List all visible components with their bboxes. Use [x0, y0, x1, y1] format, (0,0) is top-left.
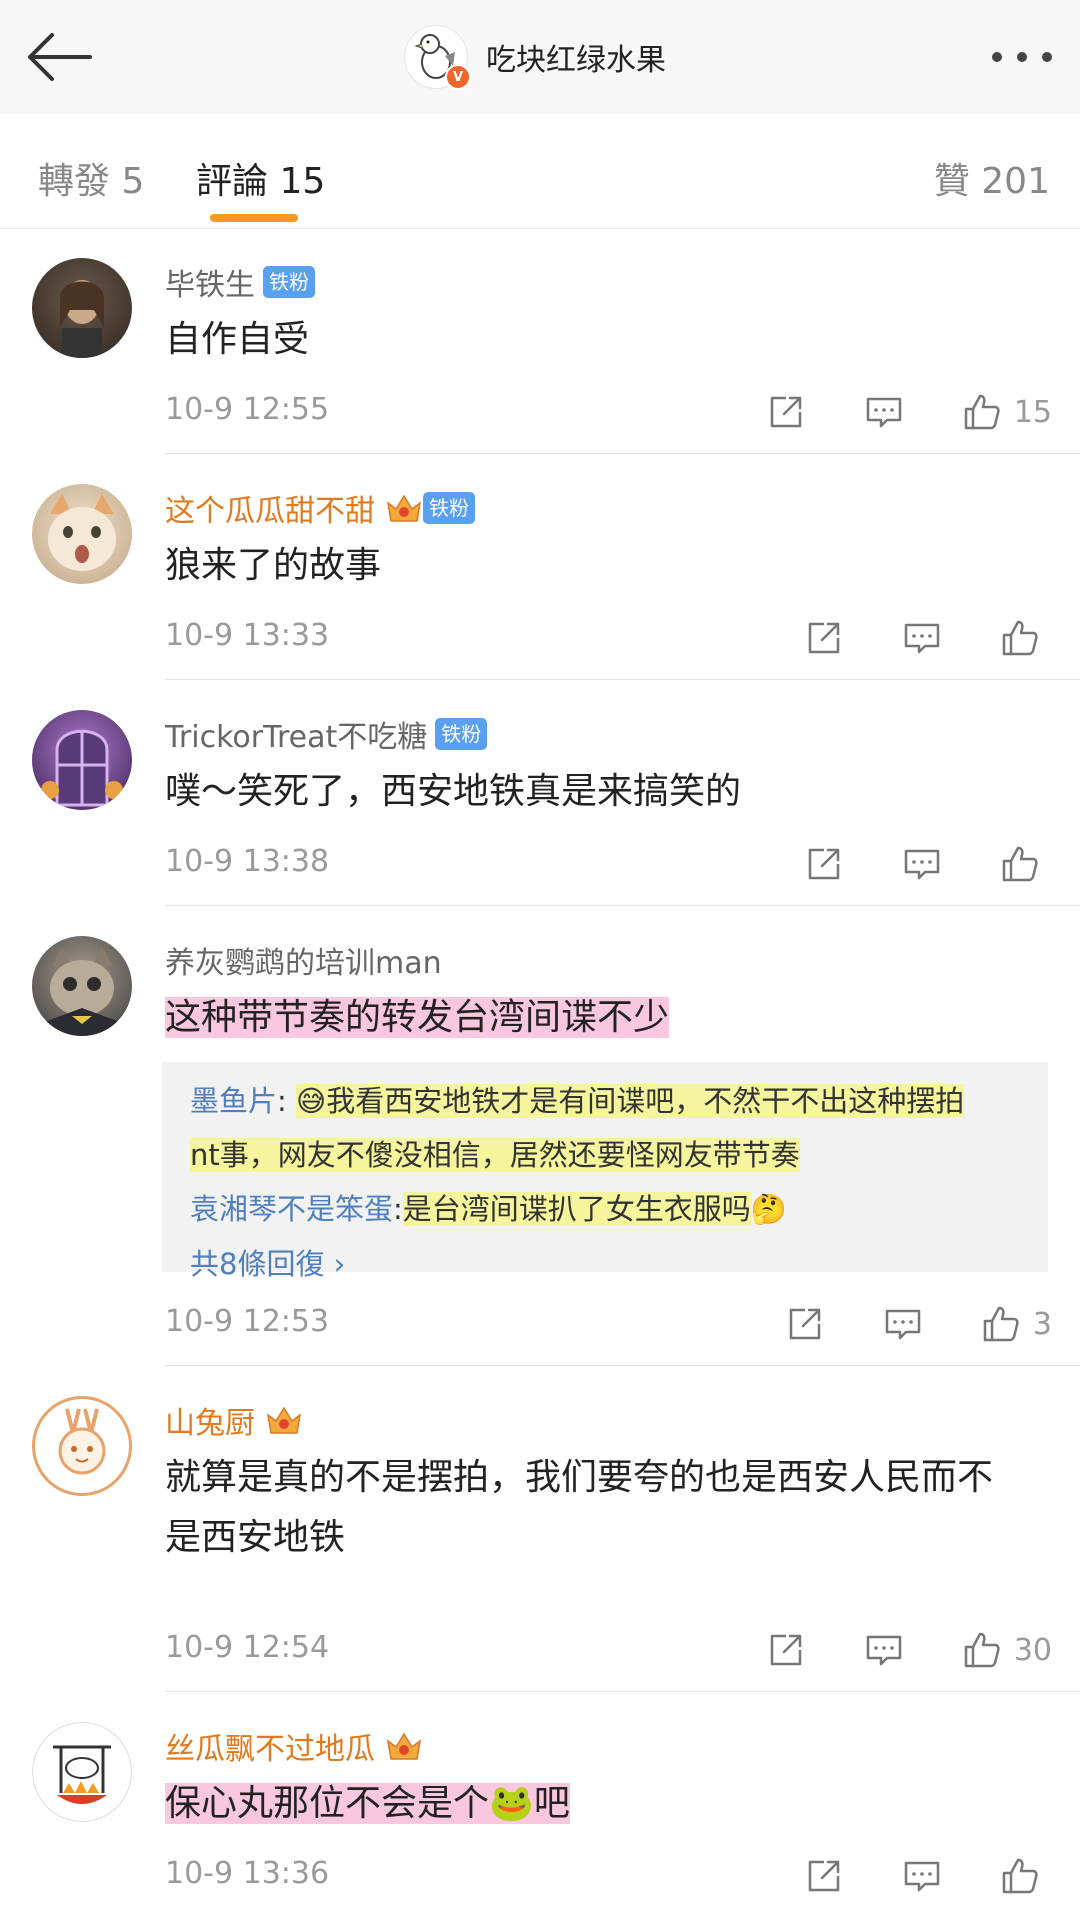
comment-actions [804, 842, 1052, 886]
username-text[interactable]: 山兔厨 [165, 1398, 255, 1442]
comment-icon[interactable] [902, 618, 942, 658]
fan-badge: 铁粉 [423, 492, 475, 524]
user-avatar[interactable] [32, 258, 132, 358]
comment-icon[interactable] [902, 844, 942, 884]
username-text[interactable]: 毕铁生 [165, 260, 255, 304]
reply-text: nt事，网友不傻没相信，居然还要怪网友带节奏 [190, 1138, 800, 1172]
reply-item-continued: nt事，网友不傻没相信，居然还要怪网友带节奏 [190, 1128, 1024, 1182]
username[interactable]: 毕铁生 铁粉 [165, 260, 315, 304]
author-header[interactable]: V 吃块红绿水果 [404, 25, 666, 90]
more-replies-link[interactable]: 共8條回復 › [190, 1236, 1024, 1292]
username-text[interactable]: 这个瓜瓜甜不甜 [165, 486, 375, 530]
divider [165, 905, 1080, 906]
comment-text: 自作自受 [165, 319, 310, 360]
reply-text: 是台湾间谍扒了女生衣服吗 [402, 1192, 751, 1226]
comment-actions: 15 [766, 390, 1052, 434]
user-avatar[interactable] [32, 1396, 132, 1496]
username[interactable]: 这个瓜瓜甜不甜 铁粉 [165, 486, 475, 530]
page-title: 吃块红绿水果 [486, 43, 666, 78]
comment-icon[interactable] [883, 1304, 923, 1344]
comment-text-content: 保心丸那位不会是个🐸吧 [165, 1783, 570, 1824]
like-icon[interactable] [1000, 1856, 1040, 1896]
frog-emoji: 🐸 [489, 1783, 534, 1824]
divider [165, 1691, 1080, 1692]
divider [165, 679, 1080, 680]
username[interactable]: 山兔厨 [165, 1398, 303, 1442]
comment-time: 10-9 12:53 [165, 1304, 330, 1339]
comment-text-part: 吧 [533, 1783, 570, 1824]
like-icon[interactable] [962, 392, 1002, 432]
comment-actions [804, 616, 1052, 660]
repost-icon[interactable] [785, 1304, 825, 1344]
like-icon[interactable] [1000, 844, 1040, 884]
verified-badge: V [445, 64, 471, 90]
username-text[interactable]: 丝瓜飘不过地瓜 [165, 1724, 375, 1768]
reply-item[interactable]: 墨鱼片: 😅我看西安地铁才是有间谍吧，不然干不出这种摆拍 [190, 1074, 1024, 1128]
comment-text: 保心丸那位不会是个🐸吧 [165, 1774, 570, 1834]
comment-time: 10-9 13:38 [165, 844, 330, 879]
comment-text: 狼来了的故事 [165, 545, 382, 586]
more-dots-icon[interactable] [990, 50, 1054, 64]
crown-icon [385, 491, 423, 525]
comment-text: 噗～笑死了，西安地铁真是来搞笑的 [165, 771, 742, 812]
active-tab-indicator [210, 214, 298, 222]
tab-comments[interactable]: 評論 15 [196, 152, 325, 204]
back-arrow-icon[interactable] [24, 30, 94, 84]
repost-icon[interactable] [804, 1856, 844, 1896]
tab-repost[interactable]: 轉發 5 [38, 152, 144, 204]
tab-likes[interactable]: 贊 201 [934, 152, 1050, 204]
divider [165, 1365, 1080, 1366]
fan-badge: 铁粉 [435, 718, 488, 750]
comment-text: 就算是真的不是摆拍，我们要夸的也是西安人民而不 是西安地铁 [165, 1448, 993, 1568]
like-icon[interactable] [1000, 618, 1040, 658]
repost-icon[interactable] [804, 844, 844, 884]
comment-time: 10-9 12:55 [165, 392, 330, 427]
comment-text-line: 就算是真的不是摆拍，我们要夸的也是西安人民而不 [165, 1457, 994, 1498]
comment-text-content: 这种带节奏的转发台湾间谍不少 [165, 997, 670, 1038]
comment-text: 这种带节奏的转发台湾间谍不少 [165, 988, 670, 1048]
user-avatar[interactable] [32, 710, 132, 810]
comment-text-line: 是西安地铁 [165, 1517, 346, 1558]
comment-actions [804, 1854, 1052, 1898]
repost-icon[interactable] [766, 392, 806, 432]
like-count: 30 [1013, 1632, 1052, 1668]
comment-icon[interactable] [864, 392, 904, 432]
repost-icon[interactable] [766, 1630, 806, 1670]
reply-username[interactable]: 墨鱼片 [190, 1084, 277, 1118]
username-text[interactable]: TrickorTreat不吃糖 [165, 712, 427, 756]
comment-time: 10-9 13:33 [165, 618, 330, 653]
reply-item[interactable]: 袁湘琴不是笨蛋:是台湾间谍扒了女生衣服吗🤔 [190, 1182, 1024, 1236]
comment-icon[interactable] [864, 1630, 904, 1670]
like-icon[interactable] [981, 1304, 1021, 1344]
reply-emoji: 😅 [296, 1084, 327, 1118]
tab-bar: 轉發 5 評論 15 贊 201 [0, 114, 1080, 229]
like-icon[interactable] [962, 1630, 1002, 1670]
divider [165, 453, 1080, 454]
user-avatar[interactable] [32, 936, 132, 1036]
comment-icon[interactable] [902, 1856, 942, 1896]
comment-time: 10-9 13:36 [165, 1856, 330, 1891]
fan-badge: 铁粉 [263, 266, 315, 298]
user-avatar[interactable] [32, 1722, 132, 1822]
like-count: 15 [1013, 394, 1052, 430]
username-text[interactable]: 养灰鹦鹉的培训man [165, 938, 442, 982]
like-count: 3 [1032, 1306, 1052, 1342]
reply-text: 我看西安地铁才是有间谍吧，不然干不出这种摆拍 [326, 1084, 965, 1118]
username[interactable]: 丝瓜飘不过地瓜 [165, 1724, 423, 1768]
crown-icon [265, 1403, 303, 1437]
comment-time: 10-9 12:54 [165, 1630, 330, 1665]
replies-box[interactable]: 墨鱼片: 😅我看西安地铁才是有间谍吧，不然干不出这种摆拍 nt事，网友不傻没相信… [162, 1062, 1048, 1281]
crown-icon [385, 1729, 423, 1763]
username[interactable]: TrickorTreat不吃糖 铁粉 [165, 712, 488, 756]
username[interactable]: 养灰鹦鹉的培训man [165, 938, 442, 982]
user-avatar[interactable] [32, 484, 132, 584]
repost-icon[interactable] [804, 618, 844, 658]
top-nav-bar: V 吃块红绿水果 [0, 0, 1080, 115]
comment-text-part: 保心丸那位不会是个 [165, 1783, 490, 1824]
author-avatar[interactable]: V [404, 25, 471, 90]
comment-actions: 3 [785, 1302, 1052, 1346]
reply-emoji: 🤔 [750, 1192, 787, 1226]
reply-username[interactable]: 袁湘琴不是笨蛋 [190, 1192, 393, 1226]
comment-actions: 30 [766, 1628, 1052, 1672]
